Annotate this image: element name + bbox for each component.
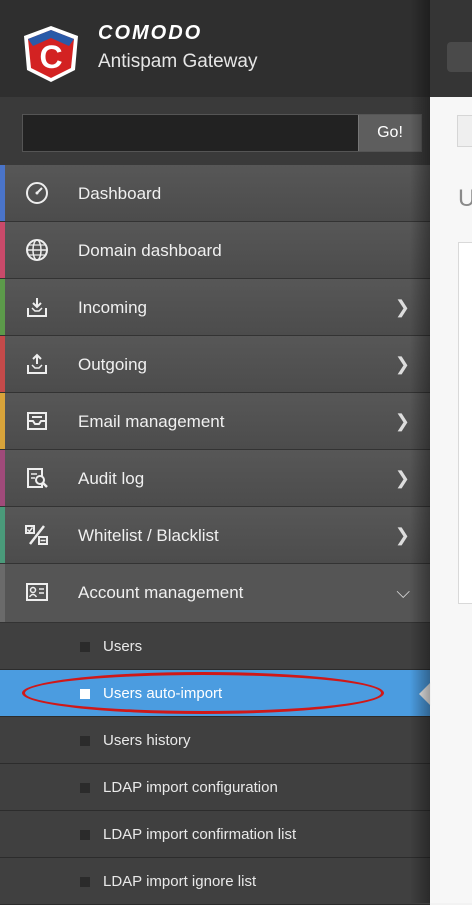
- nav-label: Whitelist / Blacklist: [78, 526, 219, 545]
- globe-icon: [24, 238, 50, 262]
- chevron-right-icon: ❯: [394, 297, 410, 317]
- logo-area: C COMODO Antispam Gateway: [0, 0, 430, 97]
- nav-label: Audit log: [78, 469, 145, 488]
- comodo-logo-icon: C: [24, 26, 78, 82]
- svg-text:C: C: [39, 39, 62, 75]
- inbox-download-icon: [24, 295, 50, 319]
- audit-search-icon: [24, 466, 50, 490]
- nav-item-domain-dashboard[interactable]: Domain dashboard: [0, 222, 430, 279]
- product-name: Antispam Gateway: [98, 51, 258, 72]
- main-content: U: [430, 97, 472, 903]
- chevron-right-icon: ❯: [394, 354, 410, 374]
- active-pointer-icon: [419, 682, 431, 706]
- whitelist-percent-icon: [24, 523, 50, 547]
- nav-item-outgoing[interactable]: Outgoing ❯: [0, 336, 430, 393]
- nav-label: Dashboard: [78, 184, 162, 203]
- nav-accent: [0, 450, 5, 506]
- bullet-icon: [80, 783, 90, 793]
- nav-accent: [0, 393, 5, 449]
- nav-accent: [0, 507, 5, 563]
- search-box: Go!: [22, 114, 422, 152]
- submenu-item-ldap-import-confirmation-list[interactable]: LDAP import confirmation list: [0, 811, 430, 858]
- nav-accent: [0, 165, 5, 221]
- nav-accent: [0, 336, 5, 392]
- chevron-right-icon: ❯: [394, 525, 410, 545]
- nav-item-dashboard[interactable]: Dashboard: [0, 165, 430, 222]
- go-button[interactable]: Go!: [358, 115, 421, 151]
- submenu-item-users-auto-import[interactable]: Users auto-import: [0, 670, 431, 717]
- nav-accent: [0, 222, 5, 278]
- nav-item-whitelist-blacklist[interactable]: Whitelist / Blacklist ❯: [0, 507, 430, 564]
- content-panel: [458, 242, 472, 604]
- nav-label: Outgoing: [78, 355, 147, 374]
- chevron-right-icon: ❯: [394, 468, 410, 488]
- email-tray-icon: [24, 409, 50, 433]
- nav-accent: [0, 279, 5, 335]
- submenu-item-users-history[interactable]: Users history: [0, 717, 430, 764]
- nav-menu: Dashboard Domain dashboard Incoming ❯ Ou…: [0, 165, 431, 905]
- outbox-upload-icon: [24, 352, 50, 376]
- bullet-icon: [80, 736, 90, 746]
- page-title-fragment: U: [458, 185, 472, 212]
- chevron-right-icon: ❯: [394, 411, 410, 431]
- nav-label: Email management: [78, 412, 225, 431]
- nav-label: Account management: [78, 583, 244, 602]
- submenu-label: LDAP import configuration: [103, 779, 278, 796]
- submenu-label: Users auto-import: [103, 685, 223, 702]
- chevron-down-icon: ⌵: [396, 582, 410, 602]
- submenu-item-ldap-import-configuration[interactable]: LDAP import configuration: [0, 764, 430, 811]
- bullet-icon: [80, 830, 90, 840]
- bullet-icon: [80, 642, 90, 652]
- submenu-label: LDAP import confirmation list: [103, 826, 297, 843]
- nav-item-account-management[interactable]: Account management ⌵: [0, 564, 430, 623]
- dashboard-gauge-icon: [24, 181, 50, 205]
- submenu-label: LDAP import ignore list: [103, 873, 257, 890]
- submenu-item-users[interactable]: Users: [0, 623, 430, 670]
- brand-name: COMODO: [98, 22, 203, 44]
- breadcrumb: [457, 115, 472, 147]
- sidebar: C COMODO Antispam Gateway Go! Dashboard …: [0, 0, 431, 905]
- account-card-icon: [24, 580, 50, 604]
- nav-item-audit-log[interactable]: Audit log ❯: [0, 450, 430, 507]
- bullet-icon: [80, 877, 90, 887]
- submenu-item-ldap-import-ignore-list[interactable]: LDAP import ignore list: [0, 858, 430, 905]
- top-bar-button-stub[interactable]: [447, 42, 472, 72]
- submenu-label: Users history: [103, 732, 191, 749]
- nav-item-email-management[interactable]: Email management ❯: [0, 393, 430, 450]
- bullet-icon: [80, 689, 90, 699]
- search-input[interactable]: [23, 115, 363, 149]
- nav-item-incoming[interactable]: Incoming ❯: [0, 279, 430, 336]
- submenu-label: Users: [103, 638, 143, 655]
- nav-label: Incoming: [78, 298, 147, 317]
- nav-accent: [0, 564, 5, 622]
- nav-label: Domain dashboard: [78, 241, 222, 260]
